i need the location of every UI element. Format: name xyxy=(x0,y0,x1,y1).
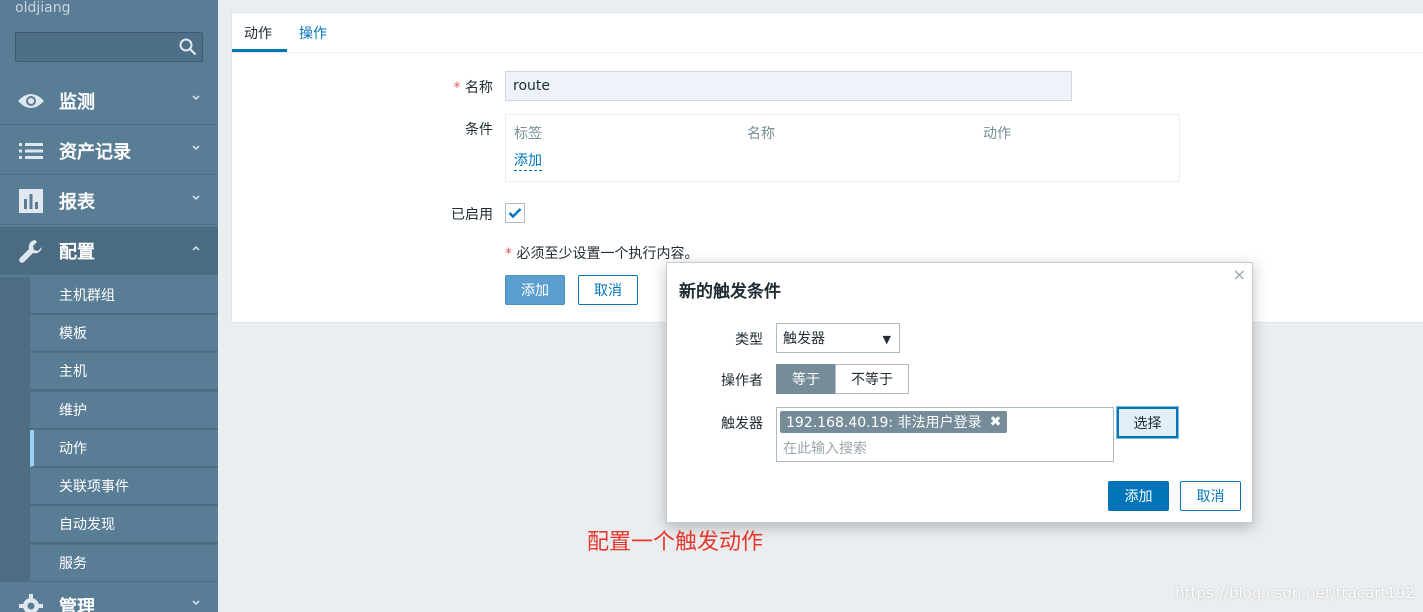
enabled-checkbox[interactable] xyxy=(505,203,525,223)
remove-chip-icon[interactable]: ✖ xyxy=(990,414,1002,430)
type-select-value: 触发器 xyxy=(783,331,825,347)
chevron-up-icon xyxy=(192,245,200,251)
name-label: * 名称 xyxy=(432,77,493,97)
enabled-label: 已启用 xyxy=(451,207,493,223)
conditions-header-label: 标签 xyxy=(514,126,542,142)
dropdown-arrow-icon: ▼ xyxy=(882,333,891,346)
cancel-button[interactable]: 取消 xyxy=(578,275,638,305)
close-icon[interactable]: × xyxy=(1233,265,1246,284)
trigger-search-placeholder[interactable]: 在此输入搜索 xyxy=(783,438,867,458)
operator-equals-toggle[interactable]: 等于 xyxy=(776,364,836,394)
submenu-item-discovery[interactable]: 自动发现 xyxy=(30,506,218,543)
gear-icon xyxy=(16,591,46,612)
tab-bar: 动作 操作 xyxy=(232,13,1423,53)
menu-label: 监测 xyxy=(59,91,95,113)
tab-operations[interactable]: 操作 xyxy=(299,23,327,43)
menu-label: 管理 xyxy=(59,596,95,612)
conditions-header-name: 名称 xyxy=(747,126,775,142)
menu-label: 报表 xyxy=(59,191,95,213)
submenu-item-services[interactable]: 服务 xyxy=(30,545,218,582)
conditions-header-action: 动作 xyxy=(983,126,1011,142)
conditions-table: 标签 名称 动作 添加 xyxy=(505,114,1180,182)
required-note: * 必须至少设置一个执行内容。 xyxy=(505,243,698,263)
type-select[interactable]: 触发器 ▼ xyxy=(776,323,900,353)
submenu-item-maintenance[interactable]: 维护 xyxy=(30,392,218,429)
add-condition-link[interactable]: 添加 xyxy=(514,150,542,171)
annotation-text: 配置一个触发动作 xyxy=(587,530,764,555)
trigger-chip: 192.168.40.19: 非法用户登录 ✖ xyxy=(780,411,1008,433)
menu-item-inventory[interactable]: 资产记录 xyxy=(0,127,218,175)
dialog-cancel-button[interactable]: 取消 xyxy=(1180,481,1241,511)
sidebar: oldjiang 监测 资产记录 报表 配置 主机群组 模板 主机 维护 动作 … xyxy=(0,0,218,612)
eye-icon xyxy=(16,86,46,116)
trigger-multiselect[interactable]: 192.168.40.19: 非法用户登录 ✖ 在此输入搜索 xyxy=(776,407,1114,462)
submenu-item-actions[interactable]: 动作 xyxy=(30,430,218,467)
submenu-item-event-correlation[interactable]: 关联项事件 xyxy=(30,468,218,505)
submenu-item-hosts[interactable]: 主机 xyxy=(30,353,218,390)
search-icon[interactable] xyxy=(179,38,197,56)
type-label: 类型 xyxy=(735,332,763,348)
trigger-chip-label: 192.168.40.19: 非法用户登录 xyxy=(786,415,982,431)
tab-action[interactable]: 动作 xyxy=(244,23,272,43)
menu-item-reports[interactable]: 报表 xyxy=(0,177,218,225)
menu-item-administration[interactable]: 管理 xyxy=(0,582,218,612)
bar-chart-icon xyxy=(16,186,46,216)
name-label-text: 名称 xyxy=(465,80,493,96)
menu-item-configuration[interactable]: 配置 xyxy=(0,227,218,275)
menu-item-monitoring[interactable]: 监测 xyxy=(0,77,218,125)
trigger-label: 触发器 xyxy=(721,416,763,432)
chevron-down-icon xyxy=(192,145,200,151)
conditions-label: 条件 xyxy=(465,122,493,138)
menu-label: 配置 xyxy=(59,241,95,263)
dialog-title: 新的触发条件 xyxy=(679,282,781,302)
dialog-add-button[interactable]: 添加 xyxy=(1108,481,1169,511)
active-tab-indicator xyxy=(232,49,287,52)
submenu-item-templates[interactable]: 模板 xyxy=(30,315,218,352)
check-icon xyxy=(508,208,522,219)
wrench-icon xyxy=(16,236,46,266)
operator-not-equals-toggle[interactable]: 不等于 xyxy=(835,364,909,394)
select-trigger-button[interactable]: 选择 xyxy=(1117,407,1178,438)
chevron-down-icon xyxy=(192,95,200,101)
new-condition-dialog: 新的触发条件 × 类型 触发器 ▼ 操作者 等于 不等于 触发器 192.168… xyxy=(666,262,1253,523)
username: oldjiang xyxy=(15,0,71,16)
name-input[interactable]: route xyxy=(505,71,1072,101)
submenu-item-host-groups[interactable]: 主机群组 xyxy=(30,277,218,314)
search-input[interactable] xyxy=(15,32,203,62)
chevron-down-icon xyxy=(192,195,200,201)
add-button[interactable]: 添加 xyxy=(505,275,565,305)
menu-label: 资产记录 xyxy=(59,141,131,163)
watermark: https://blog.csdn.net/tracart192 xyxy=(1175,584,1415,602)
submenu: 主机群组 模板 主机 维护 动作 关联项事件 自动发现 服务 xyxy=(0,277,218,582)
required-mark: * xyxy=(453,80,461,96)
required-mark: * xyxy=(505,246,512,262)
required-note-text: 必须至少设置一个执行内容。 xyxy=(516,246,699,262)
list-icon xyxy=(16,136,46,166)
operator-label: 操作者 xyxy=(721,373,763,389)
chevron-down-icon xyxy=(192,600,200,606)
